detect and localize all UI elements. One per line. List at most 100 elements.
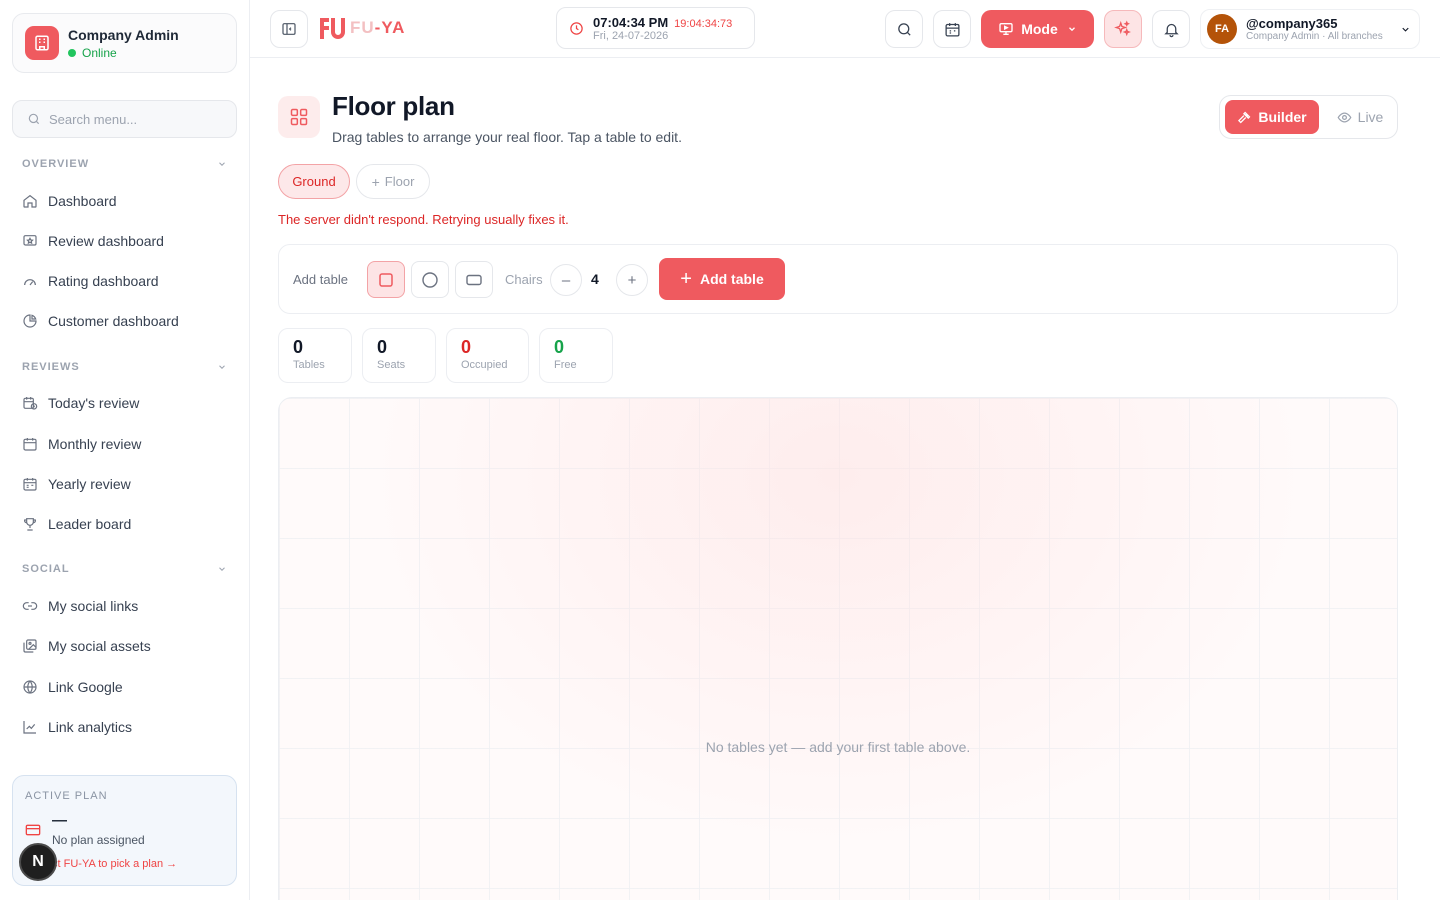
nav-rating-dashboard[interactable]: Rating dashboard	[22, 269, 227, 293]
nav-monthly-review[interactable]: Monthly review	[22, 432, 227, 456]
stat-seats-label: Seats	[377, 359, 406, 371]
logo-prefix: FU	[350, 18, 375, 37]
nav-customer-dashboard[interactable]: Customer dashboard	[22, 309, 227, 333]
home-icon	[23, 194, 37, 208]
bell-icon	[1163, 23, 1179, 37]
calendar-clock-icon	[23, 397, 38, 410]
shape-square-button[interactable]	[367, 261, 405, 298]
plus-icon: +	[371, 173, 380, 190]
search-button[interactable]	[885, 10, 923, 48]
chevron-down-icon	[219, 365, 225, 369]
nav-review-dashboard[interactable]: Review dashboard	[22, 229, 227, 253]
builder-label: Builder	[1258, 109, 1307, 125]
nav-my-social-links[interactable]: My social links	[22, 594, 227, 618]
sidebar-toggle-button[interactable]	[270, 10, 308, 48]
nav-dashboard[interactable]: Dashboard	[22, 189, 227, 213]
hammer-icon	[1238, 111, 1251, 123]
nav-review-dashboard-label: Review dashboard	[48, 233, 164, 249]
nav-yearly-review[interactable]: Yearly review	[22, 472, 227, 496]
nav-leader-board[interactable]: Leader board	[22, 512, 227, 536]
view-mode-toggle: Builder Live	[1219, 95, 1398, 139]
company-name: Company Admin	[68, 26, 179, 43]
nav-my-social-assets-label: My social assets	[48, 638, 151, 654]
nav-link-analytics[interactable]: Link analytics	[22, 715, 227, 739]
grid-icon	[278, 96, 320, 138]
stat-occupied-value: 0	[461, 337, 472, 357]
clock-time: 07:04:34 PM	[593, 14, 669, 30]
stat-seats: 0 Seats	[362, 328, 436, 383]
live-label: Live	[1357, 109, 1384, 125]
section-social[interactable]: SOCIAL	[22, 563, 227, 575]
dev-badge[interactable]: N	[19, 843, 57, 881]
company-logo-icon	[25, 26, 59, 60]
online-status: Online	[68, 46, 179, 60]
menu-search	[12, 100, 237, 138]
nav-customer-dashboard-label: Customer dashboard	[48, 313, 179, 329]
stat-occupied-label: Occupied	[461, 359, 508, 371]
page-subtitle: Drag tables to arrange your real floor. …	[332, 129, 682, 145]
calendar-icon	[23, 478, 37, 491]
floor-tab-ground[interactable]: Ground	[278, 164, 350, 199]
mode-label: Mode	[1021, 21, 1058, 37]
chairs-increment-button[interactable]: +	[616, 264, 648, 296]
section-overview[interactable]: OVERVIEW	[22, 158, 227, 170]
user-menu[interactable]: FA @company365 Company Admin · All branc…	[1200, 9, 1420, 49]
add-table-button-label: Add table	[699, 271, 764, 287]
logo-mark-icon	[317, 14, 345, 42]
stat-free: 0 Free	[539, 328, 613, 383]
nav-link-analytics-label: Link analytics	[48, 719, 133, 735]
nav-dashboard-label: Dashboard	[48, 193, 117, 209]
plus-icon: +	[627, 271, 637, 289]
stat-tables: 0 Tables	[278, 328, 352, 383]
clock-time-24h: 19:04:34:73	[674, 17, 733, 30]
section-reviews-label: REVIEWS	[22, 361, 80, 373]
active-plan-label: ACTIVE PLAN	[25, 790, 108, 802]
calendar-button[interactable]	[933, 10, 971, 48]
chairs-decrement-button[interactable]: –	[550, 264, 582, 296]
chevron-down-icon	[219, 162, 225, 166]
nav-link-google[interactable]: Link Google	[22, 675, 227, 699]
menu-search-input[interactable]	[49, 111, 219, 127]
image-icon	[23, 639, 37, 653]
notifications-button[interactable]	[1152, 10, 1190, 48]
live-mode-button[interactable]: Live	[1330, 100, 1390, 134]
shape-round-button[interactable]	[411, 261, 449, 298]
nav-todays-review-label: Today's review	[48, 395, 140, 411]
ai-sparkle-button[interactable]	[1104, 10, 1142, 48]
page-title: Floor plan	[332, 91, 455, 121]
chevron-down-icon	[219, 567, 225, 571]
chairs-label: Chairs	[505, 272, 543, 287]
error-message: The server didn't respond. Retrying usua…	[278, 212, 569, 227]
mode-button[interactable]: Mode	[981, 10, 1094, 48]
add-table-label: Add table	[293, 272, 348, 287]
nav-monthly-review-label: Monthly review	[48, 436, 142, 452]
plan-name: —	[52, 812, 67, 829]
add-table-button[interactable]: + Add table	[659, 258, 785, 300]
stat-free-value: 0	[554, 337, 565, 357]
user-name: @company365	[1246, 16, 1338, 31]
sidebar: Company Admin Online OVERVIEW Dashboard …	[0, 0, 250, 900]
builder-mode-button[interactable]: Builder	[1225, 100, 1319, 134]
plan-contact-link[interactable]: ct FU-YA to pick a plan →	[52, 858, 177, 870]
section-social-label: SOCIAL	[22, 563, 70, 575]
plan-status: No plan assigned	[52, 833, 145, 847]
stat-tables-value: 0	[293, 337, 304, 357]
chairs-value: 4	[591, 271, 599, 287]
logo-suffix: -YA	[374, 18, 406, 37]
nav-todays-review[interactable]: Today's review	[22, 391, 227, 415]
nav-my-social-assets[interactable]: My social assets	[22, 634, 227, 658]
nav-leader-board-label: Leader board	[48, 516, 132, 532]
shape-rectangle-button[interactable]	[455, 261, 493, 298]
sidebar-collapse-icon	[282, 23, 296, 35]
section-reviews[interactable]: REVIEWS	[22, 361, 227, 373]
nav-yearly-review-label: Yearly review	[48, 476, 131, 492]
sparkle-icon	[1114, 20, 1131, 37]
company-card[interactable]: Company Admin Online	[12, 13, 237, 73]
gauge-icon	[24, 279, 36, 286]
stat-free-label: Free	[554, 359, 577, 371]
empty-state-message: No tables yet — add your first table abo…	[705, 739, 971, 755]
floor-canvas[interactable]: No tables yet — add your first table abo…	[278, 397, 1398, 900]
app-logo[interactable]: FU-YA	[316, 13, 405, 43]
add-floor-button[interactable]: + Floor	[356, 164, 430, 199]
app-logo-text: FU-YA	[350, 18, 405, 38]
